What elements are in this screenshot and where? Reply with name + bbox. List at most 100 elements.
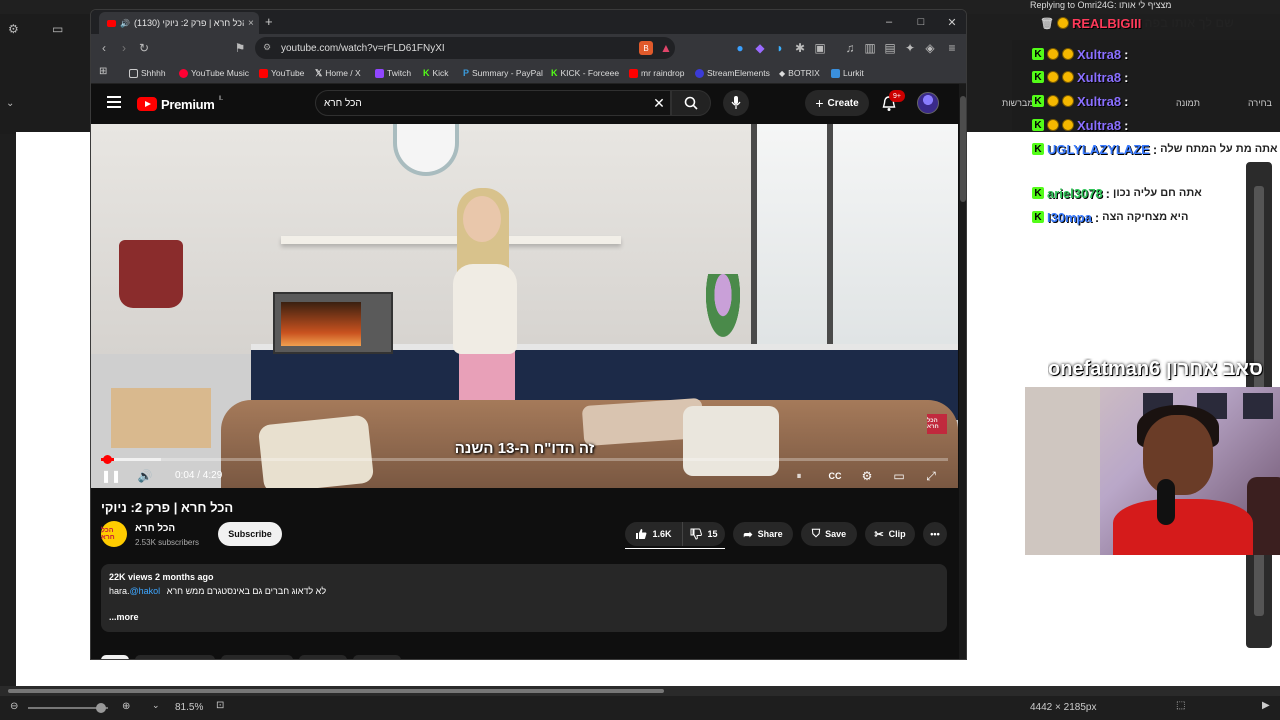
bookmark-item[interactable]: ◆ BOTRIX	[779, 66, 820, 80]
extension-icon[interactable]: ◆	[751, 39, 769, 57]
apps-grid-icon[interactable]: ⊞	[99, 66, 107, 77]
bookmark-item[interactable]: Lurkit	[831, 66, 864, 80]
wallet-icon[interactable]: ▤	[881, 39, 899, 57]
screenshot-icon[interactable]: ▣	[811, 39, 829, 57]
bookmark-item[interactable]: 𝕏 Home / X	[315, 66, 361, 80]
comment-icon[interactable]: ▭	[52, 22, 63, 36]
chat-username: UGLYLAZYLAZE	[1047, 141, 1150, 157]
more-actions-button[interactable]: •••	[923, 522, 947, 546]
chip[interactable]	[101, 655, 129, 659]
description-box[interactable]: 22K views 2 months ago hara.@hakol לא לד…	[101, 564, 947, 632]
search-button[interactable]	[671, 90, 711, 116]
zoom-level[interactable]: 81.5%	[175, 702, 203, 713]
instagram-tag-link[interactable]: @hakol	[130, 586, 161, 596]
autoplay-toggle-icon[interactable]: ⏸	[789, 466, 809, 486]
channel-watermark[interactable]: הכל חרא	[927, 414, 947, 434]
bookmark-item[interactable]: mr raindrop	[629, 66, 684, 80]
zoom-out-icon[interactable]: ⊖	[10, 701, 18, 712]
bookmark-item[interactable]: P Summary - PayPal	[463, 66, 543, 80]
bookmark-save-icon: ⛉	[811, 527, 821, 540]
kick-badge-icon: K	[1032, 71, 1044, 83]
chip[interactable]	[299, 655, 347, 659]
reply-header: Replying to Omri24G: מצציף לי אותו	[1030, 0, 1172, 10]
bookmark-icon[interactable]: ⚑	[231, 39, 249, 57]
fullscreen-icon[interactable]: ⤢	[921, 466, 941, 486]
time-display: 0:04 / 4:29	[175, 470, 223, 481]
hamburger-menu-icon[interactable]	[107, 96, 121, 108]
chevron-down-icon[interactable]: ⌄	[6, 98, 14, 109]
leo-icon[interactable]: ✦	[901, 39, 919, 57]
kick-chat-overlay: Replying to Omri24G: מצציף לי אותו 🗑 REA…	[1030, 0, 1280, 240]
bookmarks-bar: ⊞ Shhhh YouTube Music YouTube 𝕏 Home / X …	[91, 62, 966, 84]
bookmark-item[interactable]: K KICK - Forceee	[551, 66, 619, 80]
chip[interactable]	[221, 655, 293, 659]
extensions-puzzle-icon[interactable]: ✱	[791, 39, 809, 57]
chip[interactable]	[353, 655, 401, 659]
bookmark-item[interactable]: StreamElements	[695, 66, 770, 80]
close-tab-icon[interactable]: ×	[248, 18, 254, 29]
voice-search-button[interactable]	[723, 90, 749, 116]
pause-icon[interactable]: ❚❚	[101, 466, 121, 486]
forward-icon[interactable]: ›	[115, 39, 133, 57]
reload-icon[interactable]: ↻	[135, 39, 153, 57]
tool-brushes-label[interactable]: מברשות	[1002, 98, 1034, 108]
zoom-in-icon[interactable]: ⊕	[122, 701, 130, 712]
scrubber-handle[interactable]	[103, 455, 112, 464]
channel-avatar[interactable]: הכל חרא	[101, 521, 127, 547]
page-scrollbar[interactable]	[959, 84, 966, 659]
captions-icon[interactable]: CC	[825, 466, 845, 486]
vpn-icon[interactable]: ◈	[921, 39, 939, 57]
fit-screen-icon[interactable]: ⊡	[216, 700, 224, 711]
bookmark-item[interactable]: YouTube	[259, 66, 304, 80]
subscribe-button[interactable]: Subscribe	[218, 522, 282, 546]
zoom-slider[interactable]	[28, 703, 108, 713]
browser-tab[interactable]: 🔊 (1130) הכל חרא | פרק 2: ניוקי ×	[99, 12, 259, 34]
music-icon[interactable]: ♫	[841, 39, 859, 57]
extension-icon[interactable]: ◗	[771, 39, 789, 57]
bookmark-item[interactable]: Shhhh	[129, 66, 166, 80]
horizontal-scrollbar[interactable]	[0, 686, 1280, 696]
like-button[interactable]: 1.6K	[625, 522, 683, 546]
brave-rewards-icon[interactable]: ▲	[657, 39, 675, 57]
play-icon[interactable]: ▶	[1262, 700, 1270, 711]
save-button[interactable]: ⛉ Save	[801, 522, 857, 546]
account-avatar[interactable]	[917, 92, 939, 114]
show-more-link[interactable]: ...more	[109, 612, 139, 622]
volume-icon[interactable]: 🔊	[135, 466, 155, 486]
progress-bar[interactable]	[101, 458, 948, 461]
clear-search-icon[interactable]: ✕	[649, 93, 669, 113]
url-field[interactable]: ⚙ youtube.com/watch?v=rFLD61FNyXI	[255, 37, 675, 59]
theater-mode-icon[interactable]: ▭	[889, 466, 909, 486]
maximize-icon[interactable]: □	[913, 14, 929, 30]
bookmark-item[interactable]: YouTube Music	[179, 66, 249, 80]
extension-icon[interactable]: ●	[731, 39, 749, 57]
bookmark-item[interactable]: Twitch	[375, 66, 411, 80]
video-player[interactable]: הכל חרא זה הדו"ח ה-13 השנה ❚❚ 🔊 0:04 / 4…	[91, 124, 958, 488]
back-icon[interactable]: ‹	[95, 39, 113, 57]
chevron-down-icon[interactable]: ⌄	[152, 700, 160, 711]
share-button[interactable]: ➦ Share	[733, 522, 793, 546]
site-info-icon[interactable]: ⚙	[263, 42, 271, 53]
close-window-icon[interactable]: ✕	[944, 14, 960, 30]
crop-icon[interactable]: ⬚	[1176, 700, 1185, 711]
settings-gear-icon[interactable]: ⚙	[857, 466, 877, 486]
menu-icon[interactable]: ≡	[943, 39, 961, 57]
sidebar-icon[interactable]: ▥	[861, 39, 879, 57]
speaker-icon[interactable]: 🔊	[120, 19, 130, 28]
create-button[interactable]: + Create	[805, 90, 869, 116]
clip-button[interactable]: ✂ Clip	[865, 522, 915, 546]
new-tab-icon[interactable]: +	[265, 14, 273, 29]
address-bar-row: ‹ › ↻ ⚑ ⚙ youtube.com/watch?v=rFLD61FNyX…	[91, 34, 966, 62]
bookmark-item[interactable]: K Kick	[423, 66, 449, 80]
plus-icon: +	[815, 95, 824, 111]
badge-icon	[1047, 95, 1059, 107]
search-input[interactable]: הכל חרא	[315, 90, 671, 116]
brave-shield-icon[interactable]: B	[639, 41, 653, 55]
minimize-icon[interactable]: –	[881, 14, 897, 30]
gear-icon[interactable]: ⚙	[8, 22, 19, 36]
channel-name[interactable]: הכל חרא	[135, 523, 175, 534]
dislike-button[interactable]: 15	[683, 522, 725, 546]
youtube-logo[interactable]: Premium IL	[137, 94, 223, 114]
chat-line: 🗑 REALBIGIII שם לך אותו בפה	[1040, 12, 1234, 34]
chip[interactable]	[135, 655, 215, 659]
